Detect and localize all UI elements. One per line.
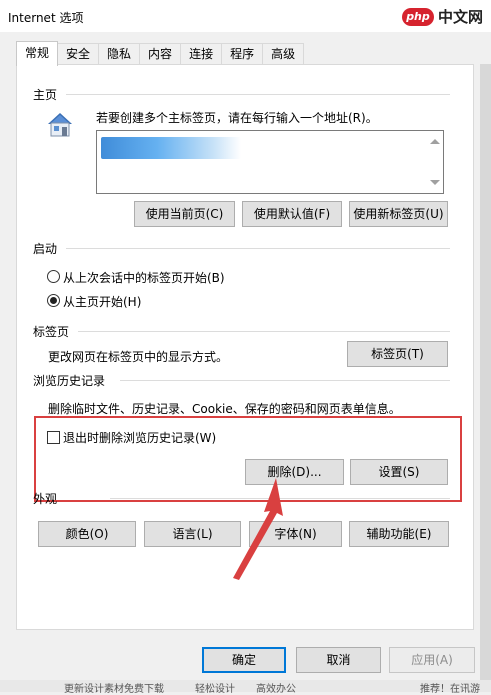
cancel-button[interactable]: 取消: [296, 647, 381, 673]
bg-text-right: 推荐！在讯游: [420, 684, 480, 695]
languages-button[interactable]: 语言(L): [144, 521, 241, 547]
tab-advanced[interactable]: 高级: [262, 43, 305, 65]
window-title: Internet 选项: [8, 11, 84, 25]
tab-connections[interactable]: 连接: [180, 43, 223, 65]
title-bar: Internet 选项 php 中文网: [0, 0, 491, 32]
accessibility-button[interactable]: 辅助功能(E): [349, 521, 449, 547]
appearance-divider: [110, 498, 450, 499]
tabs-divider: [78, 331, 450, 332]
background-page-strip: 更新设计素材免费下载 轻松设计 高效办公 推荐！在讯游: [0, 680, 491, 695]
tab-programs[interactable]: 程序: [221, 43, 264, 65]
home-url-textarea[interactable]: [96, 130, 444, 194]
startup-divider: [66, 248, 450, 249]
scroll-up-icon[interactable]: [430, 139, 440, 144]
highlight-box: [34, 416, 462, 502]
tab-general[interactable]: 常规: [16, 41, 59, 66]
watermark-badge: php: [401, 7, 434, 26]
bg-text-mid2: 高效办公: [256, 684, 296, 695]
tabs-section-label: 标签页: [33, 325, 70, 339]
bg-text-mid: 轻松设计: [195, 684, 235, 695]
home-hint: 若要创建多个主标签页，请在每行输入一个地址(R)。: [96, 111, 378, 125]
history-divider: [120, 380, 450, 381]
watermark-text: 中文网: [437, 8, 483, 26]
fonts-button[interactable]: 字体(N): [249, 521, 342, 547]
background-window-edge: [480, 64, 491, 692]
apply-button[interactable]: 应用(A): [389, 647, 475, 673]
startup-option-home[interactable]: 从主页开始(H): [63, 293, 141, 310]
startup-radio-last-session[interactable]: [47, 270, 60, 283]
startup-section-label: 启动: [33, 242, 58, 256]
startup-radio-home[interactable]: [47, 294, 60, 307]
tabs-desc: 更改网页在标签页中的显示方式。: [48, 350, 229, 364]
use-default-button[interactable]: 使用默认值(F): [242, 201, 342, 227]
scroll-down-icon[interactable]: [430, 180, 440, 185]
home-divider: [66, 94, 450, 95]
startup-option-last-session[interactable]: 从上次会话中的标签页开始(B): [63, 269, 225, 286]
ok-button[interactable]: 确定: [202, 647, 286, 673]
tab-content[interactable]: 内容: [139, 43, 182, 65]
tab-security[interactable]: 安全: [57, 43, 100, 65]
home-icon: [48, 113, 72, 137]
textarea-scrollbar[interactable]: [427, 131, 443, 193]
watermark: php 中文网: [401, 6, 483, 27]
home-section-label: 主页: [33, 88, 58, 102]
appearance-section-label: 外观: [33, 492, 58, 506]
colors-button[interactable]: 颜色(O): [38, 521, 136, 547]
tabs-button[interactable]: 标签页(T): [347, 341, 448, 367]
redacted-url: [101, 137, 241, 159]
use-current-button[interactable]: 使用当前页(C): [134, 201, 235, 227]
bg-text-left: 更新设计素材免费下载: [64, 684, 164, 695]
tab-privacy[interactable]: 隐私: [98, 43, 141, 65]
tab-strip: 常规 安全 隐私 内容 连接 程序 高级: [16, 41, 305, 66]
history-desc: 删除临时文件、历史记录、Cookie、保存的密码和网页表单信息。: [48, 402, 401, 416]
use-new-tab-button[interactable]: 使用新标签页(U): [349, 201, 448, 227]
history-section-label: 浏览历史记录: [33, 374, 106, 388]
